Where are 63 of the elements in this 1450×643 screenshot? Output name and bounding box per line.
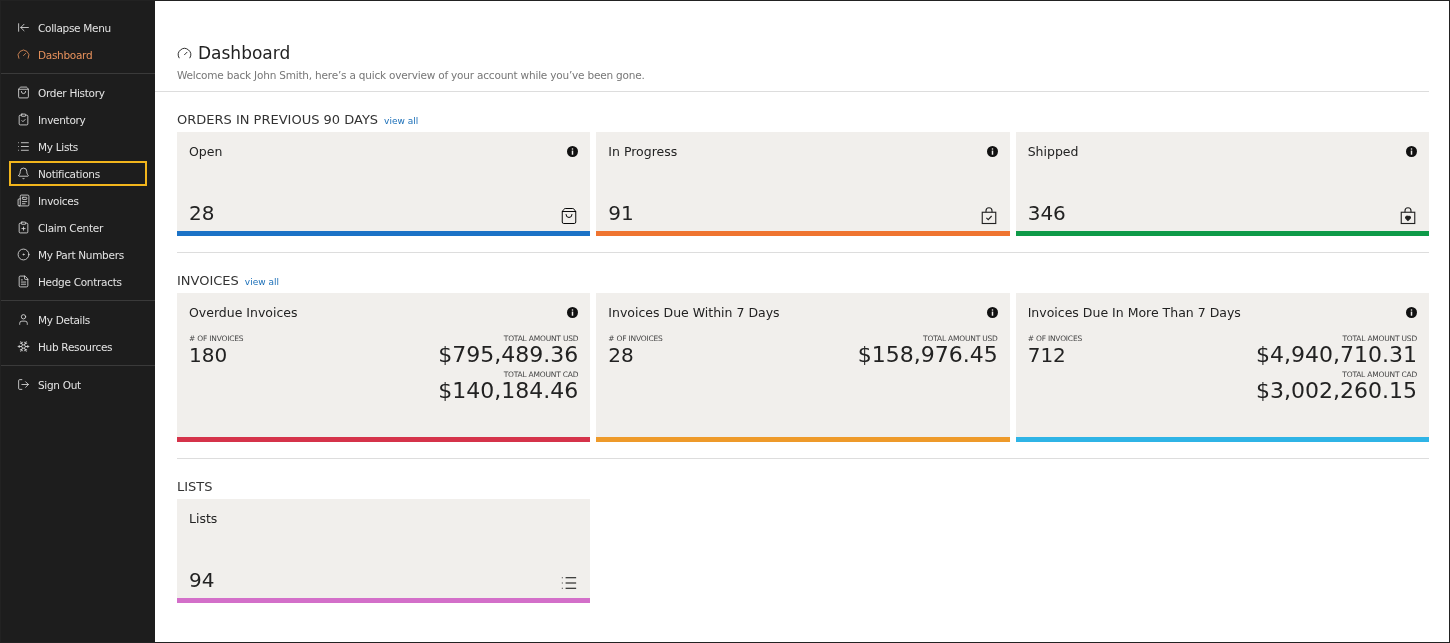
document-icon (17, 275, 30, 288)
collapse-arrow-icon (17, 21, 30, 34)
amount-value: $795,489.36 (438, 343, 579, 367)
section-title: LISTS (177, 479, 213, 494)
section-title: ORDERS IN PREVIOUS 90 DAYS (177, 112, 379, 127)
gauge-icon (177, 45, 192, 61)
info-icon[interactable] (986, 307, 998, 318)
welcome-text: Welcome back John Smith, here’s a quick overview of your account while you’ve been gone. (155, 69, 1429, 92)
list-icon (17, 140, 30, 153)
card-value: 94 (189, 568, 215, 592)
card-title: Overdue Invoices (189, 305, 298, 320)
section-title: INVOICES (177, 273, 239, 288)
bag-check-icon (979, 207, 998, 225)
sign-out-icon (17, 378, 30, 391)
view-all-link[interactable]: view all (384, 116, 419, 126)
invoice-count: 28 (608, 343, 634, 367)
page-title-text: Dashboard (198, 43, 291, 63)
card-value: 346 (1027, 201, 1066, 225)
snowflake-icon (17, 340, 30, 353)
bell-icon (17, 167, 30, 180)
amount-value: $4,940,710.31 (1256, 343, 1417, 367)
list-icon (560, 574, 579, 592)
card-title: Lists (189, 511, 218, 526)
card-value: 91 (608, 201, 634, 225)
clipboard-plus-icon (17, 221, 30, 234)
card-title: Shipped (1027, 144, 1079, 159)
info-icon[interactable] (986, 146, 998, 157)
info-icon[interactable] (567, 307, 579, 318)
amount-value: $158,976.45 (857, 343, 998, 367)
amount-value: $3,002,260.15 (1256, 379, 1417, 403)
newspaper-icon (17, 194, 30, 207)
shopping-bag-icon (560, 207, 579, 225)
sidebar-item[interactable]: My Lists (9, 134, 147, 159)
invoice-count: 712 (1027, 343, 1066, 367)
sidebar-item[interactable]: Collapse Menu (9, 15, 147, 40)
sidebar-item[interactable]: Hub Resources (9, 334, 147, 359)
card-title: Invoices Due Within 7 Days (608, 305, 780, 320)
clipboard-check-icon (17, 113, 30, 126)
invoice-count: 180 (189, 343, 228, 367)
gauge-icon (17, 48, 30, 61)
card-title: Open (189, 144, 223, 159)
sidebar-item[interactable]: My Part Numbers (9, 242, 147, 267)
info-icon[interactable] (1406, 307, 1417, 318)
sidebar-item[interactable]: Sign Out (9, 372, 147, 397)
sidebar-item[interactable]: Inventory (9, 107, 147, 132)
card-title: Invoices Due In More Than 7 Days (1027, 305, 1241, 320)
circle-dot-icon (17, 248, 30, 261)
sidebar-item[interactable]: Claim Center (9, 215, 147, 240)
view-all-link[interactable]: view all (244, 277, 279, 287)
user-icon (17, 313, 30, 326)
card-title: In Progress (608, 144, 678, 159)
card-value: 28 (189, 201, 215, 225)
sidebar-item[interactable]: Hedge Contracts (9, 269, 147, 294)
sidebar-item[interactable]: Dashboard (9, 42, 147, 67)
sidebar-item[interactable]: Notifications (9, 161, 147, 186)
sidebar-item[interactable]: My Details (9, 307, 147, 332)
bag-heart-icon (1399, 207, 1417, 225)
amount-value: $140,184.46 (438, 379, 579, 403)
sidebar-item[interactable]: Order History (9, 80, 147, 105)
shopping-bag-icon (17, 86, 30, 99)
info-icon[interactable] (567, 146, 579, 157)
info-icon[interactable] (1406, 146, 1417, 157)
sidebar-item[interactable]: Invoices (9, 188, 147, 213)
